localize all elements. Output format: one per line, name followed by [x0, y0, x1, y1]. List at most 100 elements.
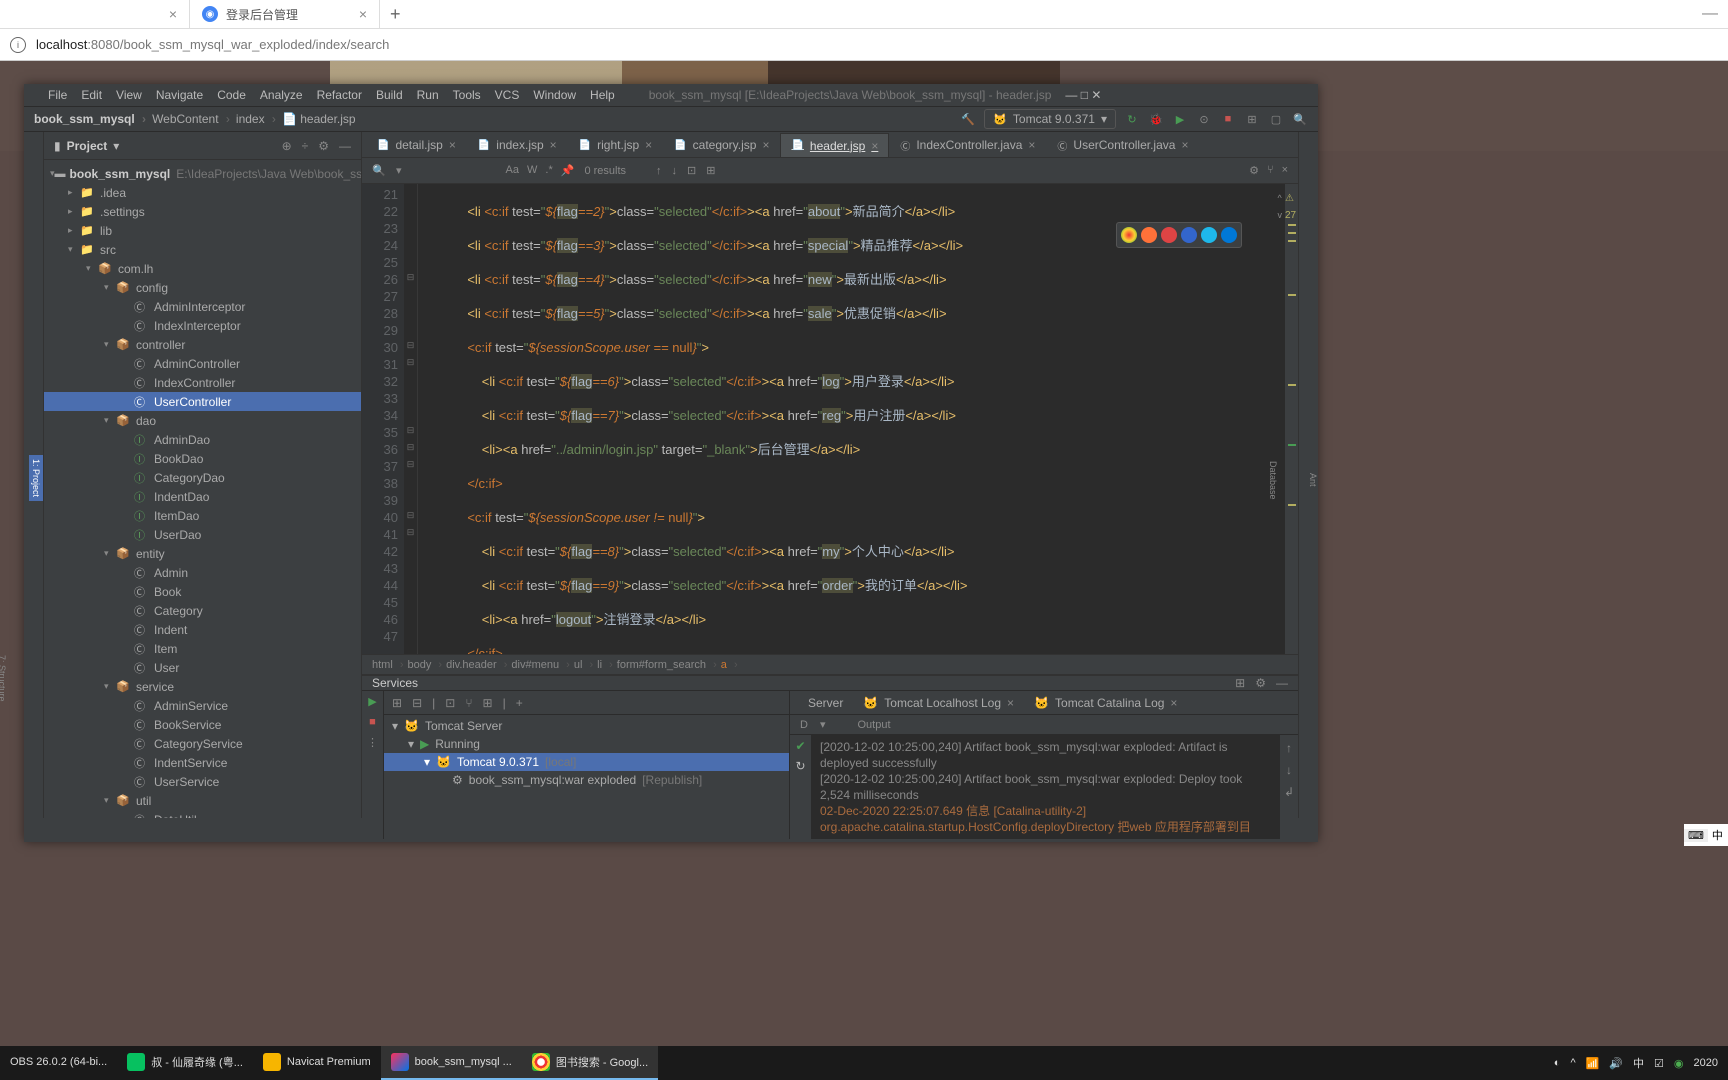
run-icon[interactable]: ↻: [1124, 111, 1140, 127]
collapse-icon[interactable]: ÷: [302, 139, 309, 153]
filter-icon[interactable]: ⑂: [1267, 164, 1274, 177]
crumb[interactable]: ul: [574, 659, 593, 671]
next-icon[interactable]: ↓: [672, 165, 678, 177]
close-icon[interactable]: ×: [1007, 696, 1014, 710]
group-icon[interactable]: ⊡: [445, 696, 455, 710]
editor-marker-strip[interactable]: ⚠ 27 ^ v: [1284, 184, 1298, 654]
services-tree[interactable]: ▾🐱Tomcat Server ▾▶Running ▾🐱Tomcat 9.0.3…: [384, 715, 789, 839]
tray-icon[interactable]: ^: [1570, 1057, 1575, 1069]
gear-icon[interactable]: ⚙: [1255, 676, 1266, 690]
input-method-indicator[interactable]: ⌨ 中: [1684, 824, 1728, 846]
chrome-icon[interactable]: [1121, 227, 1137, 243]
expand-icon[interactable]: ⊞: [392, 696, 402, 710]
minimize-icon[interactable]: —: [1065, 88, 1077, 102]
maximize-icon[interactable]: □: [1081, 88, 1088, 102]
close-icon[interactable]: ×: [762, 138, 769, 152]
editor-tab[interactable]: ⒸUserController.java×: [1046, 133, 1199, 157]
hide-icon[interactable]: —: [339, 139, 351, 153]
editor-tab-active[interactable]: 📄header.jsp×: [780, 133, 889, 157]
menu-build[interactable]: Build: [376, 88, 403, 102]
gear-icon[interactable]: ⚙: [318, 139, 329, 153]
run-icon[interactable]: ▶: [368, 695, 376, 708]
lang-indicator[interactable]: 中: [1633, 1055, 1644, 1071]
filter-icon[interactable]: ⑂: [465, 696, 472, 710]
opera-icon[interactable]: [1161, 227, 1177, 243]
layout-icon[interactable]: ▢: [1268, 111, 1284, 127]
match-case-icon[interactable]: Aa: [506, 164, 519, 177]
update-icon[interactable]: ⊞: [1244, 111, 1260, 127]
close-icon[interactable]: ×: [645, 138, 652, 152]
taskbar-item-obs[interactable]: OBS 26.0.2 (64-bi...: [0, 1046, 117, 1080]
crumb[interactable]: li: [597, 659, 613, 671]
editor-tab[interactable]: 📄right.jsp×: [568, 133, 664, 157]
taskbar-item-music[interactable]: 叔 - 仙履奇缘 (粤...: [117, 1046, 253, 1080]
catalina-log-tab[interactable]: 🐱Tomcat Catalina Log×: [1026, 694, 1185, 712]
close-find-icon[interactable]: ×: [1282, 164, 1288, 177]
menu-analyze[interactable]: Analyze: [260, 88, 303, 102]
target-icon[interactable]: ⊕: [282, 139, 292, 153]
chevron-down-icon[interactable]: ▾: [113, 139, 119, 153]
menu-code[interactable]: Code: [217, 88, 246, 102]
build-icon[interactable]: 🔨: [960, 111, 976, 127]
ie-icon[interactable]: [1201, 227, 1217, 243]
code-content[interactable]: <li <c:if test="${flag==2}">class="selec…: [418, 184, 1284, 654]
close-icon[interactable]: ×: [1028, 138, 1035, 152]
stop-icon[interactable]: ■: [1220, 111, 1236, 127]
volume-icon[interactable]: 🔊: [1609, 1057, 1623, 1070]
regex-icon[interactable]: .*: [545, 164, 552, 177]
menu-vcs[interactable]: VCS: [495, 88, 520, 102]
edge-icon[interactable]: [1221, 227, 1237, 243]
more-icon[interactable]: ⋮: [367, 736, 378, 749]
collapse-icon[interactable]: ⊟: [412, 696, 422, 710]
fold-gutter[interactable]: ⊟⊟⊟⊟⊟⊟⊟⊟: [404, 184, 418, 654]
minimize-icon[interactable]: —: [1702, 5, 1728, 23]
menu-view[interactable]: View: [116, 88, 142, 102]
safari-icon[interactable]: [1181, 227, 1197, 243]
search-icon[interactable]: 🔍: [1292, 111, 1308, 127]
firefox-icon[interactable]: [1141, 227, 1157, 243]
breadcrumb[interactable]: 📄 header.jsp: [282, 112, 356, 126]
editor-tab[interactable]: 📄detail.jsp×: [366, 133, 467, 157]
up-icon[interactable]: ↑: [1286, 741, 1292, 755]
breadcrumb[interactable]: WebContent: [152, 112, 230, 126]
clock[interactable]: 2020: [1694, 1057, 1718, 1069]
close-icon[interactable]: ✕: [1091, 88, 1101, 102]
system-tray[interactable]: ◐ ^ 📶 🔊 中 ☑ ◉ 2020: [1554, 1055, 1728, 1071]
menu-refactor[interactable]: Refactor: [317, 88, 362, 102]
stop-icon[interactable]: ■: [369, 716, 376, 728]
prev-icon[interactable]: ↑: [656, 165, 662, 177]
down-icon[interactable]: ↓: [1286, 763, 1292, 777]
close-icon[interactable]: ×: [359, 6, 367, 22]
server-tab[interactable]: Server: [800, 694, 851, 712]
browser-tab-1[interactable]: ×: [0, 0, 190, 29]
wifi-icon[interactable]: 📶: [1586, 1057, 1600, 1070]
crumb[interactable]: form#form_search: [617, 659, 717, 671]
editor-tab[interactable]: ⒸIndexController.java×: [889, 133, 1046, 157]
deploy-label[interactable]: D: [800, 719, 808, 731]
ant-tool-tab[interactable]: Ant: [1308, 473, 1318, 487]
tray-icon[interactable]: ◐: [1554, 1057, 1561, 1069]
project-header[interactable]: Project: [67, 139, 108, 153]
words-icon[interactable]: W: [527, 164, 537, 177]
menu-run[interactable]: Run: [417, 88, 439, 102]
project-tool-tab[interactable]: 1: Project: [29, 455, 43, 501]
close-icon[interactable]: ×: [449, 138, 456, 152]
structure-tool-tab[interactable]: 7: Structure: [0, 651, 9, 706]
coverage-icon[interactable]: ▶: [1172, 111, 1188, 127]
hide-icon[interactable]: —: [1276, 676, 1288, 690]
crumb[interactable]: div#menu: [511, 659, 569, 671]
search-icon[interactable]: 🔍: [372, 164, 386, 178]
close-icon[interactable]: ×: [1170, 696, 1177, 710]
crumb[interactable]: html: [372, 659, 404, 671]
taskbar-item-chrome[interactable]: 图书搜索 - Googl...: [522, 1046, 658, 1080]
menu-window[interactable]: Window: [533, 88, 576, 102]
profile-icon[interactable]: ⊙: [1196, 111, 1212, 127]
add-selection-icon[interactable]: ⊞: [706, 164, 715, 177]
close-icon[interactable]: ×: [550, 138, 557, 152]
menu-file[interactable]: File: [48, 88, 67, 102]
taskbar-item-idea[interactable]: book_ssm_mysql ...: [381, 1046, 522, 1080]
code-editor[interactable]: 2122232425262728293031323334353637383940…: [362, 184, 1298, 654]
browser-preview-icons[interactable]: [1116, 222, 1242, 248]
settings-icon[interactable]: ⚙: [1249, 164, 1259, 177]
scroll-icon[interactable]: ↻: [795, 759, 805, 773]
